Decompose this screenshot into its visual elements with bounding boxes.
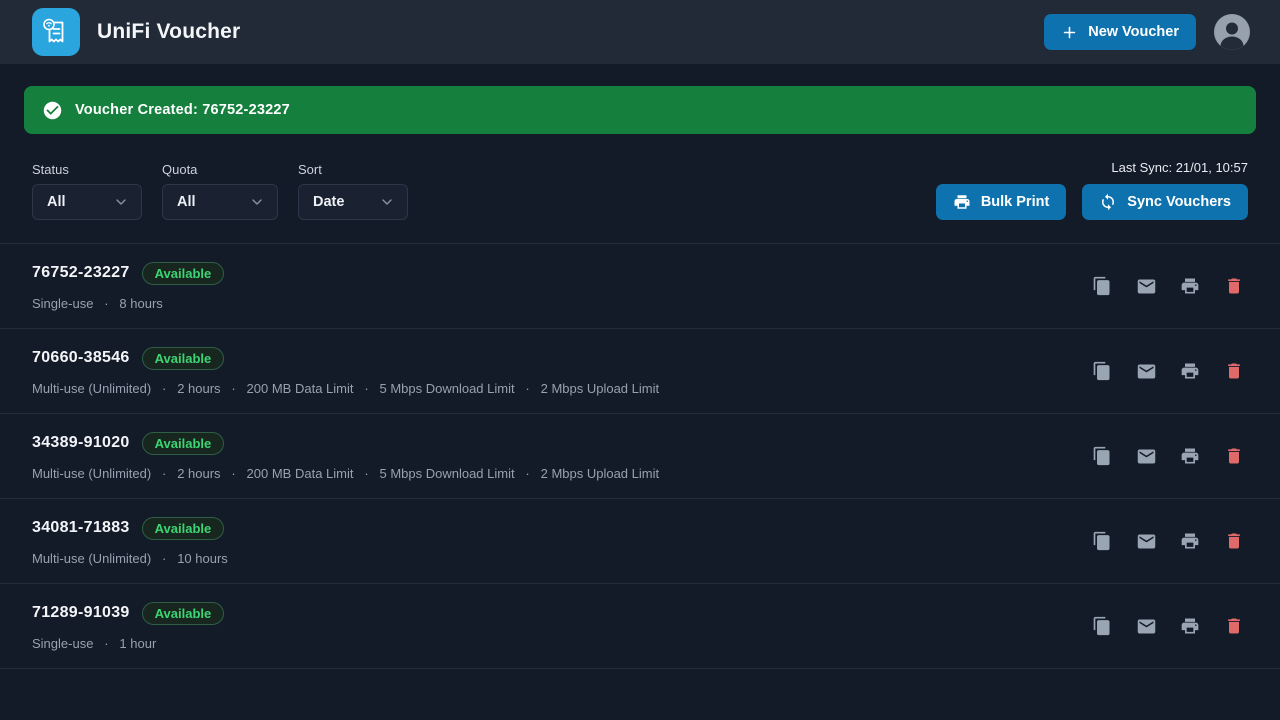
chevron-down-icon	[379, 194, 395, 210]
print-button[interactable]	[1180, 276, 1200, 296]
status-badge: Available	[142, 262, 225, 285]
trash-icon	[1224, 616, 1244, 636]
bulk-print-button[interactable]: Bulk Print	[936, 184, 1066, 220]
quota-filter-select[interactable]: All	[162, 184, 278, 220]
status-badge: Available	[142, 517, 225, 540]
voucher-details: Single-use · 8 hours	[32, 296, 224, 311]
sort-filter-select[interactable]: Date	[298, 184, 408, 220]
plus-icon	[1061, 24, 1078, 41]
email-icon	[1136, 446, 1157, 467]
voucher-row: 34081-71883 Available Multi-use (Unlimit…	[0, 499, 1280, 584]
status-filter-select[interactable]: All	[32, 184, 142, 220]
trash-icon	[1224, 276, 1244, 296]
copy-button[interactable]	[1092, 446, 1112, 466]
status-filter-label: Status	[32, 162, 142, 177]
copy-button[interactable]	[1092, 616, 1112, 636]
email-button[interactable]	[1136, 276, 1156, 296]
copy-icon	[1092, 361, 1112, 381]
delete-button[interactable]	[1224, 531, 1244, 551]
voucher-row: 70660-38546 Available Multi-use (Unlimit…	[0, 329, 1280, 414]
delete-button[interactable]	[1224, 616, 1244, 636]
quota-filter-value: All	[177, 194, 196, 210]
email-button[interactable]	[1136, 361, 1156, 381]
email-icon	[1136, 531, 1157, 552]
status-badge: Available	[142, 602, 225, 625]
email-button[interactable]	[1136, 616, 1156, 636]
printer-icon	[953, 193, 971, 211]
sort-filter-label: Sort	[298, 162, 408, 177]
banner-message: Voucher Created: 76752-23227	[75, 102, 290, 118]
email-icon	[1136, 361, 1157, 382]
chevron-down-icon	[113, 194, 129, 210]
print-button[interactable]	[1180, 531, 1200, 551]
app-header: UniFi Voucher New Voucher	[0, 0, 1280, 64]
status-badge: Available	[142, 347, 225, 370]
voucher-code: 71289-91039	[32, 604, 130, 622]
voucher-row: 76752-23227 Available Single-use · 8 hou…	[0, 244, 1280, 329]
print-icon	[1180, 361, 1200, 381]
email-icon	[1136, 616, 1157, 637]
print-icon	[1180, 446, 1200, 466]
new-voucher-button[interactable]: New Voucher	[1044, 14, 1196, 50]
new-voucher-label: New Voucher	[1088, 24, 1179, 40]
sync-icon	[1099, 193, 1117, 211]
voucher-details: Multi-use (Unlimited) · 2 hours · 200 MB…	[32, 381, 659, 396]
voucher-row: 71289-91039 Available Single-use · 1 hou…	[0, 584, 1280, 669]
print-button[interactable]	[1180, 616, 1200, 636]
delete-button[interactable]	[1224, 361, 1244, 381]
sort-filter-value: Date	[313, 194, 344, 210]
chevron-down-icon	[249, 194, 265, 210]
trash-icon	[1224, 446, 1244, 466]
copy-button[interactable]	[1092, 276, 1112, 296]
status-filter-value: All	[47, 194, 66, 210]
voucher-list: 76752-23227 Available Single-use · 8 hou…	[0, 243, 1280, 669]
voucher-details: Multi-use (Unlimited) · 2 hours · 200 MB…	[32, 466, 659, 481]
copy-icon	[1092, 446, 1112, 466]
sync-vouchers-label: Sync Vouchers	[1127, 194, 1231, 210]
success-banner: Voucher Created: 76752-23227	[24, 86, 1256, 134]
voucher-receipt-icon	[39, 15, 73, 49]
copy-button[interactable]	[1092, 531, 1112, 551]
quota-filter-label: Quota	[162, 162, 278, 177]
sync-vouchers-button[interactable]: Sync Vouchers	[1082, 184, 1248, 220]
voucher-details: Single-use · 1 hour	[32, 636, 224, 651]
trash-icon	[1224, 361, 1244, 381]
user-avatar[interactable]	[1214, 14, 1250, 50]
print-icon	[1180, 531, 1200, 551]
bulk-print-label: Bulk Print	[981, 194, 1049, 210]
copy-icon	[1092, 276, 1112, 296]
copy-icon	[1092, 616, 1112, 636]
voucher-details: Multi-use (Unlimited) · 10 hours	[32, 551, 228, 566]
print-icon	[1180, 276, 1200, 296]
voucher-code: 70660-38546	[32, 349, 130, 367]
delete-button[interactable]	[1224, 276, 1244, 296]
copy-button[interactable]	[1092, 361, 1112, 381]
print-button[interactable]	[1180, 446, 1200, 466]
voucher-row: 34389-91020 Available Multi-use (Unlimit…	[0, 414, 1280, 499]
last-sync-status: Last Sync: 21/01, 10:57	[1111, 160, 1248, 175]
copy-icon	[1092, 531, 1112, 551]
email-button[interactable]	[1136, 531, 1156, 551]
status-badge: Available	[142, 432, 225, 455]
print-icon	[1180, 616, 1200, 636]
print-button[interactable]	[1180, 361, 1200, 381]
app-logo	[32, 8, 80, 56]
email-icon	[1136, 276, 1157, 297]
check-circle-icon	[42, 100, 63, 121]
trash-icon	[1224, 531, 1244, 551]
voucher-code: 34081-71883	[32, 519, 130, 537]
page-title: UniFi Voucher	[97, 20, 240, 44]
voucher-code: 34389-91020	[32, 434, 130, 452]
email-button[interactable]	[1136, 446, 1156, 466]
filter-bar: Status All Quota All Sort Date Last Sync…	[0, 134, 1280, 220]
voucher-code: 76752-23227	[32, 264, 130, 282]
delete-button[interactable]	[1224, 446, 1244, 466]
